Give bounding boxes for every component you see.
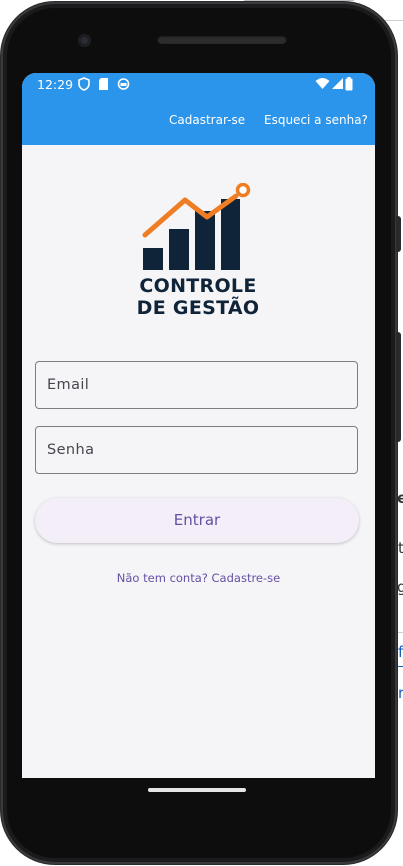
app-logo: CONTROLE DE GESTÃO — [133, 182, 263, 319]
logo-text-line2: DE GESTÃO — [136, 297, 260, 319]
background-fragment: e — [397, 489, 403, 507]
background-link-fragment: r — [398, 684, 403, 702]
growth-chart-logo-icon — [142, 182, 251, 270]
password-input[interactable] — [36, 427, 357, 473]
battery-icon — [345, 77, 353, 94]
wifi-icon — [315, 77, 330, 93]
front-camera — [78, 34, 91, 47]
forgot-password-action-button[interactable]: Esqueci a senha? — [264, 113, 368, 127]
power-button[interactable] — [396, 332, 401, 442]
sync-icon — [117, 77, 130, 94]
password-field[interactable] — [35, 426, 358, 474]
logo-text-line1: CONTROLE — [139, 275, 257, 297]
login-button[interactable]: Entrar — [35, 498, 359, 543]
earpiece-speaker — [157, 35, 287, 44]
shield-icon — [78, 77, 90, 94]
background-divider — [397, 632, 403, 633]
status-bar: 12:29 — [22, 73, 375, 97]
app-screen: 12:29 Cadastrar-se Esqueci a senha? CONT… — [22, 73, 375, 778]
email-input[interactable] — [36, 362, 357, 408]
signup-link[interactable]: Não tem conta? Cadastre-se — [22, 571, 375, 585]
background-fragment: t — [398, 539, 403, 557]
background-link-underline — [397, 666, 403, 667]
email-field[interactable] — [35, 361, 358, 409]
register-action-button[interactable]: Cadastrar-se — [169, 113, 245, 127]
home-indicator[interactable] — [148, 788, 246, 792]
background-text-line — [244, 0, 354, 1]
signal-icon — [331, 77, 344, 93]
sim-card-icon — [98, 77, 109, 94]
volume-button[interactable] — [396, 216, 401, 252]
app-bar: Cadastrar-se Esqueci a senha? — [22, 97, 375, 145]
background-fragment: g — [397, 578, 403, 596]
status-time: 12:29 — [37, 77, 74, 92]
background-link-fragment: f — [398, 643, 403, 661]
